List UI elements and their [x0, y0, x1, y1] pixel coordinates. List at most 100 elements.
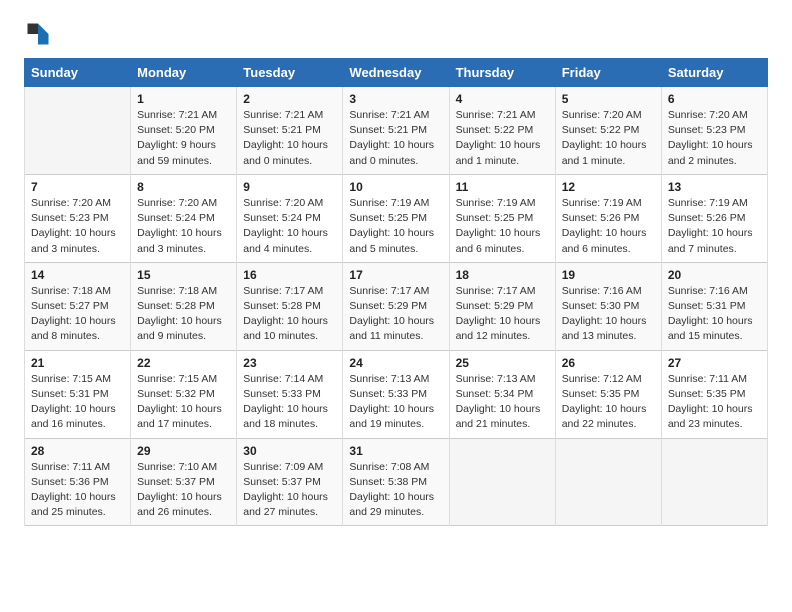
day-info: Sunrise: 7:11 AM Sunset: 5:36 PM Dayligh…: [31, 460, 124, 521]
calendar-cell: 14 Sunrise: 7:18 AM Sunset: 5:27 PM Dayli…: [25, 262, 131, 350]
day-number: 18: [456, 268, 549, 282]
week-row-3: 14 Sunrise: 7:18 AM Sunset: 5:27 PM Dayli…: [25, 262, 768, 350]
week-row-1: 1 Sunrise: 7:21 AM Sunset: 5:20 PM Daylig…: [25, 87, 768, 175]
day-number: 2: [243, 92, 336, 106]
calendar-cell: 17 Sunrise: 7:17 AM Sunset: 5:29 PM Dayli…: [343, 262, 449, 350]
day-number: 1: [137, 92, 230, 106]
day-number: 25: [456, 356, 549, 370]
column-header-thursday: Thursday: [449, 59, 555, 87]
calendar-cell: [449, 438, 555, 526]
calendar-cell: 5 Sunrise: 7:20 AM Sunset: 5:22 PM Daylig…: [555, 87, 661, 175]
day-number: 15: [137, 268, 230, 282]
day-number: 7: [31, 180, 124, 194]
day-number: 27: [668, 356, 761, 370]
day-number: 5: [562, 92, 655, 106]
day-number: 29: [137, 444, 230, 458]
calendar-cell: 1 Sunrise: 7:21 AM Sunset: 5:20 PM Daylig…: [131, 87, 237, 175]
calendar-cell: 9 Sunrise: 7:20 AM Sunset: 5:24 PM Daylig…: [237, 174, 343, 262]
column-header-saturday: Saturday: [661, 59, 767, 87]
day-number: 9: [243, 180, 336, 194]
day-info: Sunrise: 7:19 AM Sunset: 5:25 PM Dayligh…: [349, 196, 442, 257]
day-number: 30: [243, 444, 336, 458]
day-info: Sunrise: 7:12 AM Sunset: 5:35 PM Dayligh…: [562, 372, 655, 433]
day-info: Sunrise: 7:10 AM Sunset: 5:37 PM Dayligh…: [137, 460, 230, 521]
column-header-friday: Friday: [555, 59, 661, 87]
day-number: 4: [456, 92, 549, 106]
day-number: 28: [31, 444, 124, 458]
day-info: Sunrise: 7:21 AM Sunset: 5:21 PM Dayligh…: [349, 108, 442, 169]
week-row-4: 21Sunrise: 7:15 AM Sunset: 5:31 PM Dayli…: [25, 350, 768, 438]
day-info: Sunrise: 7:21 AM Sunset: 5:20 PM Dayligh…: [137, 108, 230, 169]
calendar-header-row: SundayMondayTuesdayWednesdayThursdayFrid…: [25, 59, 768, 87]
day-info: Sunrise: 7:19 AM Sunset: 5:26 PM Dayligh…: [562, 196, 655, 257]
calendar-cell: 27 Sunrise: 7:11 AM Sunset: 5:35 PM Dayli…: [661, 350, 767, 438]
column-header-sunday: Sunday: [25, 59, 131, 87]
day-number: 16: [243, 268, 336, 282]
day-info: Sunrise: 7:17 AM Sunset: 5:29 PM Dayligh…: [349, 284, 442, 345]
calendar-cell: 15 Sunrise: 7:18 AM Sunset: 5:28 PM Dayli…: [131, 262, 237, 350]
day-info: Sunrise: 7:17 AM Sunset: 5:29 PM Dayligh…: [456, 284, 549, 345]
day-info: Sunrise: 7:15 AM Sunset: 5:32 PM Dayligh…: [137, 372, 230, 433]
day-number: 21: [31, 356, 124, 370]
day-info: Sunrise: 7:19 AM Sunset: 5:25 PM Dayligh…: [456, 196, 549, 257]
calendar-cell: 31Sunrise: 7:08 AM Sunset: 5:38 PM Dayli…: [343, 438, 449, 526]
calendar-cell: 4 Sunrise: 7:21 AM Sunset: 5:22 PM Daylig…: [449, 87, 555, 175]
day-info: Sunrise: 7:18 AM Sunset: 5:28 PM Dayligh…: [137, 284, 230, 345]
day-number: 24: [349, 356, 442, 370]
column-header-monday: Monday: [131, 59, 237, 87]
day-info: Sunrise: 7:11 AM Sunset: 5:35 PM Dayligh…: [668, 372, 761, 433]
day-number: 10: [349, 180, 442, 194]
calendar-cell: 3 Sunrise: 7:21 AM Sunset: 5:21 PM Daylig…: [343, 87, 449, 175]
day-info: Sunrise: 7:21 AM Sunset: 5:21 PM Dayligh…: [243, 108, 336, 169]
logo: [24, 20, 56, 48]
day-number: 14: [31, 268, 124, 282]
day-info: Sunrise: 7:14 AM Sunset: 5:33 PM Dayligh…: [243, 372, 336, 433]
calendar-cell: 6 Sunrise: 7:20 AM Sunset: 5:23 PM Daylig…: [661, 87, 767, 175]
calendar-cell: 19Sunrise: 7:16 AM Sunset: 5:30 PM Dayli…: [555, 262, 661, 350]
calendar-cell: [25, 87, 131, 175]
day-info: Sunrise: 7:20 AM Sunset: 5:23 PM Dayligh…: [668, 108, 761, 169]
day-number: 13: [668, 180, 761, 194]
day-number: 6: [668, 92, 761, 106]
page-header: [24, 20, 768, 48]
calendar-cell: 18 Sunrise: 7:17 AM Sunset: 5:29 PM Dayli…: [449, 262, 555, 350]
calendar-cell: [555, 438, 661, 526]
day-info: Sunrise: 7:19 AM Sunset: 5:26 PM Dayligh…: [668, 196, 761, 257]
day-number: 3: [349, 92, 442, 106]
day-number: 31: [349, 444, 442, 458]
calendar-cell: 30Sunrise: 7:09 AM Sunset: 5:37 PM Dayli…: [237, 438, 343, 526]
calendar-cell: 10 Sunrise: 7:19 AM Sunset: 5:25 PM Dayli…: [343, 174, 449, 262]
day-info: Sunrise: 7:13 AM Sunset: 5:34 PM Dayligh…: [456, 372, 549, 433]
calendar-cell: 29 Sunrise: 7:10 AM Sunset: 5:37 PM Dayli…: [131, 438, 237, 526]
week-row-2: 7Sunrise: 7:20 AM Sunset: 5:23 PM Daylig…: [25, 174, 768, 262]
day-number: 17: [349, 268, 442, 282]
logo-icon: [24, 20, 52, 48]
day-number: 8: [137, 180, 230, 194]
calendar-cell: [661, 438, 767, 526]
calendar-cell: 12Sunrise: 7:19 AM Sunset: 5:26 PM Dayli…: [555, 174, 661, 262]
day-number: 19: [562, 268, 655, 282]
calendar-cell: 22 Sunrise: 7:15 AM Sunset: 5:32 PM Dayli…: [131, 350, 237, 438]
day-number: 11: [456, 180, 549, 194]
day-number: 20: [668, 268, 761, 282]
calendar-cell: 16 Sunrise: 7:17 AM Sunset: 5:28 PM Dayli…: [237, 262, 343, 350]
day-info: Sunrise: 7:20 AM Sunset: 5:22 PM Dayligh…: [562, 108, 655, 169]
calendar-cell: 2 Sunrise: 7:21 AM Sunset: 5:21 PM Daylig…: [237, 87, 343, 175]
day-number: 26: [562, 356, 655, 370]
day-info: Sunrise: 7:17 AM Sunset: 5:28 PM Dayligh…: [243, 284, 336, 345]
calendar-cell: 11 Sunrise: 7:19 AM Sunset: 5:25 PM Dayli…: [449, 174, 555, 262]
day-number: 22: [137, 356, 230, 370]
calendar-cell: 7Sunrise: 7:20 AM Sunset: 5:23 PM Daylig…: [25, 174, 131, 262]
day-info: Sunrise: 7:20 AM Sunset: 5:24 PM Dayligh…: [243, 196, 336, 257]
calendar-cell: 23Sunrise: 7:14 AM Sunset: 5:33 PM Dayli…: [237, 350, 343, 438]
day-info: Sunrise: 7:20 AM Sunset: 5:24 PM Dayligh…: [137, 196, 230, 257]
calendar-cell: 21Sunrise: 7:15 AM Sunset: 5:31 PM Dayli…: [25, 350, 131, 438]
calendar-cell: 26 Sunrise: 7:12 AM Sunset: 5:35 PM Dayli…: [555, 350, 661, 438]
day-info: Sunrise: 7:21 AM Sunset: 5:22 PM Dayligh…: [456, 108, 549, 169]
day-info: Sunrise: 7:13 AM Sunset: 5:33 PM Dayligh…: [349, 372, 442, 433]
calendar-cell: 13 Sunrise: 7:19 AM Sunset: 5:26 PM Dayli…: [661, 174, 767, 262]
calendar-cell: 20Sunrise: 7:16 AM Sunset: 5:31 PM Dayli…: [661, 262, 767, 350]
calendar-cell: 8 Sunrise: 7:20 AM Sunset: 5:24 PM Daylig…: [131, 174, 237, 262]
column-header-wednesday: Wednesday: [343, 59, 449, 87]
day-info: Sunrise: 7:18 AM Sunset: 5:27 PM Dayligh…: [31, 284, 124, 345]
